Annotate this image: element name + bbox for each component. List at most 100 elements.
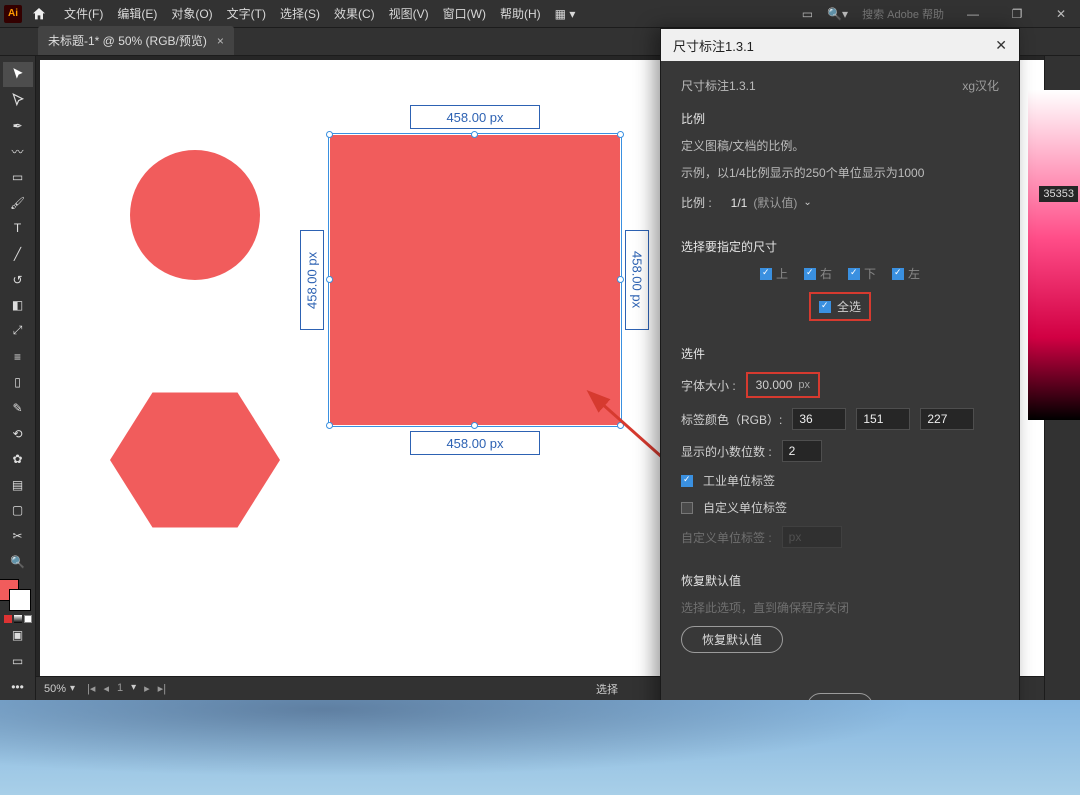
search-icon[interactable]: 🔍▾ [827, 7, 848, 21]
window-minimize-button[interactable]: — [958, 7, 988, 21]
selection-handle[interactable] [471, 422, 478, 429]
dialog-title: 尺寸标注1.3.1 [673, 36, 754, 55]
label-color-r[interactable] [792, 408, 846, 430]
selection-handle[interactable] [326, 422, 333, 429]
eraser-tool[interactable]: ◧ [3, 293, 33, 318]
menu-effect[interactable]: 效果(C) [328, 1, 381, 26]
window-restore-button[interactable]: ❐ [1002, 7, 1032, 21]
window-close-button[interactable]: ✕ [1046, 7, 1076, 21]
rectangle-tool[interactable]: ▭ [3, 165, 33, 190]
document-tab-title: 未标题-1* @ 50% (RGB/预览) [48, 32, 207, 49]
dimension-label-top: 458.00 px [410, 105, 540, 129]
first-page-icon[interactable]: |◂ [87, 682, 95, 695]
dialog-subtitle: 尺寸标注1.3.1 [681, 77, 756, 94]
options-title: 选件 [681, 345, 999, 362]
left-toolbar: ✒ 〰 ▭ 🖌 T ╱ ↺ ◧ ⤢ ≡ ▯ ✎ ⟲ ✿ ▤ ▢ ✂ 🔍 [0, 56, 36, 700]
draw-mode-icon[interactable]: ▣ [3, 623, 33, 648]
color-swatches[interactable] [3, 575, 33, 609]
gradient-tool[interactable]: ▯ [3, 370, 33, 395]
home-icon[interactable] [30, 5, 48, 23]
label-color-g[interactable] [856, 408, 910, 430]
edit-toolbar-icon[interactable]: ••• [3, 674, 33, 699]
slice-tool[interactable]: ✂ [3, 524, 33, 549]
dialog-titlebar[interactable]: 尺寸标注1.3.1 ✕ [661, 29, 1019, 61]
restore-defaults-button[interactable]: 恢复默认值 [681, 626, 783, 653]
eyedropper-tool[interactable]: ✎ [3, 396, 33, 421]
scale-section-title: 比例 [681, 110, 999, 127]
type-tool[interactable]: T [3, 216, 33, 241]
close-icon[interactable]: × [217, 34, 224, 48]
search-placeholder: 搜索 Adobe 帮助 [862, 6, 944, 22]
graph-tool[interactable]: ▤ [3, 473, 33, 498]
background-swatch[interactable] [9, 589, 31, 611]
symbol-tool[interactable]: ✿ [3, 447, 33, 472]
dim-right-checkbox[interactable]: 右 [804, 265, 832, 282]
blend-tool[interactable]: ⟲ [3, 421, 33, 446]
selection-handle[interactable] [617, 422, 624, 429]
direct-selection-tool[interactable] [3, 88, 33, 113]
selection-handle[interactable] [326, 276, 333, 283]
dim-top-checkbox[interactable]: 上 [760, 265, 788, 282]
font-size-value[interactable]: 30.000 [756, 378, 793, 392]
chevron-down-icon: ⌄ [803, 197, 811, 208]
workspace-switcher-icon[interactable]: ▦ ▾ [549, 3, 582, 25]
artboard-tool[interactable]: ▢ [3, 498, 33, 523]
desktop-background [0, 700, 1080, 795]
hexagon-shape[interactable] [110, 385, 280, 535]
line-tool[interactable]: ╱ [3, 242, 33, 267]
dimension-annotation-dialog: 尺寸标注1.3.1 ✕ 尺寸标注1.3.1 xg汉化 比例 定义图稿/文档的比例… [660, 28, 1020, 768]
dim-left-checkbox[interactable]: 左 [892, 265, 920, 282]
scale-select[interactable]: 1/1 (默认值) ⌄ [722, 191, 821, 214]
paintbrush-tool[interactable]: 🖌 [3, 190, 33, 215]
menu-type[interactable]: 文字(T) [221, 1, 272, 26]
menu-object[interactable]: 对象(O) [165, 1, 218, 26]
next-page-icon[interactable]: ▸ [144, 682, 150, 695]
selection-handle[interactable] [326, 131, 333, 138]
page-number: 1 [117, 682, 123, 695]
scale-tool[interactable]: ⤢ [3, 319, 33, 344]
artboard-pager[interactable]: |◂ ◂ 1 ▾ ▸ ▸| [87, 682, 166, 695]
chevron-down-icon: ▾ [131, 682, 136, 695]
zoom-control[interactable]: 50%▾ [44, 683, 75, 695]
selection-handle[interactable] [617, 276, 624, 283]
menu-select[interactable]: 选择(S) [274, 1, 326, 26]
color-mode-strip[interactable] [4, 615, 32, 623]
dimension-label-bottom: 458.00 px [410, 431, 540, 455]
color-panel-gradient[interactable] [1028, 90, 1080, 420]
menu-window[interactable]: 窗口(W) [437, 1, 492, 26]
label-color-b[interactable] [920, 408, 974, 430]
restore-hint: 选择此选项，直到确保程序关闭 [681, 599, 999, 616]
zoom-tool[interactable]: 🔍 [3, 549, 33, 574]
width-tool[interactable]: ≡ [3, 344, 33, 369]
scale-default: (默认值) [753, 194, 797, 211]
dialog-close-button[interactable]: ✕ [995, 37, 1007, 54]
select-all-checkbox[interactable] [819, 301, 831, 313]
custom-unit-input [782, 526, 842, 548]
circle-shape[interactable] [130, 150, 260, 280]
dialog-translator-tag: xg汉化 [962, 77, 999, 94]
menu-edit[interactable]: 编辑(E) [111, 1, 163, 26]
selection-handle[interactable] [617, 131, 624, 138]
document-tab[interactable]: 未标题-1* @ 50% (RGB/预览) × [38, 26, 234, 55]
screen-mode-icon[interactable]: ▭ [3, 649, 33, 674]
curvature-tool[interactable]: 〰 [3, 139, 33, 164]
selection-tool[interactable] [3, 62, 33, 87]
selected-square[interactable] [330, 135, 620, 425]
rotate-tool[interactable]: ↺ [3, 267, 33, 292]
last-page-icon[interactable]: ▸| [158, 682, 166, 695]
label-color-label: 标签颜色（RGB）: [681, 411, 782, 428]
menu-view[interactable]: 视图(V) [383, 1, 435, 26]
prev-page-icon[interactable]: ◂ [103, 682, 109, 695]
industrial-unit-checkbox[interactable]: 工业单位标签 [681, 472, 999, 489]
menu-help[interactable]: 帮助(H) [494, 1, 547, 26]
decimals-input[interactable] [782, 440, 822, 462]
scale-label: 比例 : [681, 194, 712, 211]
menu-file[interactable]: 文件(F) [58, 1, 109, 26]
selection-handle[interactable] [471, 131, 478, 138]
pen-tool[interactable]: ✒ [3, 113, 33, 138]
custom-unit-checkbox[interactable]: 自定义单位标签 [681, 499, 999, 516]
zoom-value: 50% [44, 683, 66, 695]
share-icon[interactable]: ▭ [802, 7, 813, 21]
dim-bottom-checkbox[interactable]: 下 [848, 265, 876, 282]
menu-bar: Ai 文件(F) 编辑(E) 对象(O) 文字(T) 选择(S) 效果(C) 视… [0, 0, 1080, 28]
